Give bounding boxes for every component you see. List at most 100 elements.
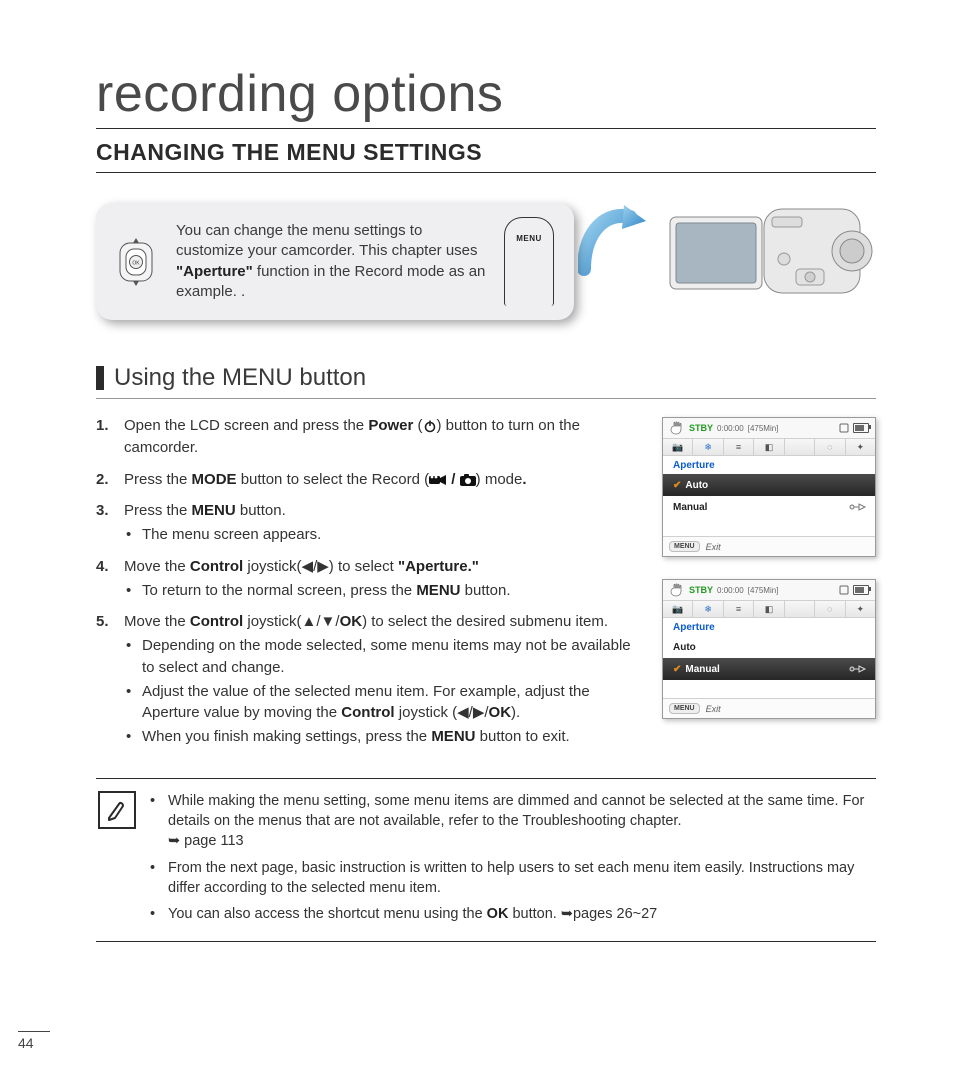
hand-icon (669, 583, 685, 597)
subsection-heading: Using the MENU button (96, 364, 876, 399)
menu-row2-label: Manual (685, 664, 719, 675)
callout-text-bold: "Aperture" (176, 263, 253, 280)
step1-a: Open the LCD screen and press the (124, 417, 368, 434)
step-2: Press the MODE button to select the Reco… (96, 469, 644, 491)
step3-a: Press the (124, 502, 192, 519)
time-label: 0:00:00 (717, 586, 744, 595)
note-2: From the next page, basic instruction is… (148, 858, 876, 899)
note-icon (98, 791, 136, 829)
icon-bar: 📷 ❄ ≡ ◧ ◌ ✦ (663, 601, 875, 618)
step5-c: joystick(▲/▼/ (243, 613, 339, 630)
battery-icon (853, 423, 869, 433)
s5b2c: joystick (◀/▶/ (395, 704, 489, 721)
menu-row-auto: ✔ Auto (663, 474, 875, 496)
battery-icon (853, 585, 869, 595)
step5-bullet-2: Adjust the value of the selected menu it… (124, 681, 644, 725)
section-heading: CHANGING THE MENU SETTINGS (96, 139, 876, 173)
n3a: You can also access the shortcut menu us… (168, 906, 487, 922)
camcorder-illustration (666, 199, 876, 309)
footer-menu-pill: MENU (669, 541, 700, 552)
step2-a: Press the (124, 471, 192, 488)
n3b: OK (487, 906, 509, 922)
step3-b: MENU (192, 502, 236, 519)
lcd-screenshot-1: STBY 0:00:00 [475Min] 📷 ❄ ≡ ◧ ◌ (662, 417, 876, 557)
ok-joystick-icon: OK (114, 235, 158, 289)
step2-f: . (522, 471, 526, 488)
s5b2b: Control (341, 704, 394, 721)
remain-label: [475Min] (748, 586, 779, 595)
menu-row-manual: Manual (663, 496, 875, 518)
note-box: While making the menu setting, some menu… (96, 778, 876, 942)
step2-d: / (447, 471, 460, 488)
step4-b: Control (190, 558, 243, 575)
footer-menu-pill: MENU (669, 703, 700, 714)
step2-e: ) mode (476, 471, 523, 488)
stby-label: STBY (689, 423, 713, 433)
hand-point-icon (849, 663, 867, 675)
step5-a: Move the (124, 613, 190, 630)
page-number: 44 (18, 1031, 50, 1051)
step2-b: MODE (192, 471, 237, 488)
step-1: Open the LCD screen and press the Power … (96, 415, 644, 459)
step4-d: "Aperture." (398, 558, 479, 575)
n1b: ➥ page 113 (168, 833, 244, 849)
footer-exit: Exit (706, 542, 721, 552)
subsection-heading-text: Using the MENU button (114, 364, 366, 392)
step1-b: Power (368, 417, 413, 434)
s5b3b: MENU (431, 728, 475, 745)
step4-b1b: MENU (416, 582, 460, 599)
page-title: recording options (96, 64, 876, 129)
check-icon: ✔ (673, 480, 681, 491)
step3-bullet-1: The menu screen appears. (124, 524, 644, 546)
time-label: 0:00:00 (717, 424, 744, 433)
menu-row-manual: ✔ Manual (663, 658, 875, 680)
remain-label: [475Min] (748, 424, 779, 433)
footer-exit: Exit (706, 704, 721, 714)
step-5: Move the Control joystick(▲/▼/OK) to sel… (96, 611, 644, 748)
menu-row1-label: Auto (685, 480, 708, 491)
step5-bullet-3: When you finish making settings, press t… (124, 726, 644, 748)
step4-c: joystick(◀/▶) to select (243, 558, 398, 575)
card-icon (839, 585, 849, 595)
step4-b1c: button. (460, 582, 510, 599)
hand-icon (669, 421, 685, 435)
step2-c: button to select the Record ( (237, 471, 430, 488)
step-4: Move the Control joystick(◀/▶) to select… (96, 556, 644, 602)
s5b2e: ). (511, 704, 520, 721)
menu-title: Aperture (663, 618, 875, 636)
video-icon (429, 474, 447, 486)
info-callout: OK You can change the menu settings to c… (96, 203, 574, 320)
step4-bullet-1: To return to the normal screen, press th… (124, 580, 644, 602)
card-icon (839, 423, 849, 433)
s5b3a: When you finish making settings, press t… (142, 728, 431, 745)
menu-row2-label: Manual (673, 502, 707, 513)
step-3: Press the MENU button. The menu screen a… (96, 500, 644, 546)
callout-text: You can change the menu settings to cust… (176, 221, 486, 302)
step5-bullet-1: Depending on the mode selected, some men… (124, 635, 644, 679)
step1-c: ( (413, 417, 422, 434)
svg-text:OK: OK (132, 260, 140, 266)
step5-d: OK (340, 613, 363, 630)
step3-c: button. (236, 502, 286, 519)
menu-title: Aperture (663, 456, 875, 474)
menu-row-auto: Auto (663, 636, 875, 658)
note-3: You can also access the shortcut menu us… (148, 904, 876, 924)
step5-b: Control (190, 613, 243, 630)
stby-label: STBY (689, 585, 713, 595)
icon-bar: 📷 ❄ ≡ ◧ ◌ ✦ (663, 439, 875, 456)
s5b2d: OK (489, 704, 512, 721)
power-icon (423, 419, 437, 433)
menu-button-illustration: MENU (504, 217, 554, 306)
arrow-icon (578, 199, 648, 285)
lcd-screenshot-2: STBY 0:00:00 [475Min] 📷 ❄ ≡ ◧ ◌ (662, 579, 876, 719)
check-icon: ✔ (673, 664, 681, 675)
n3c: button. ➥pages 26~27 (508, 906, 657, 922)
callout-text-pre: You can change the menu settings to cust… (176, 222, 478, 259)
hand-point-icon (849, 501, 867, 513)
step5-e: ) to select the desired submenu item. (362, 613, 608, 630)
note-1: While making the menu setting, some menu… (148, 791, 876, 852)
step4-b1a: To return to the normal screen, press th… (142, 582, 416, 599)
camera-icon (460, 474, 476, 486)
n1a: While making the menu setting, some menu… (168, 793, 864, 829)
s5b3c: button to exit. (475, 728, 569, 745)
